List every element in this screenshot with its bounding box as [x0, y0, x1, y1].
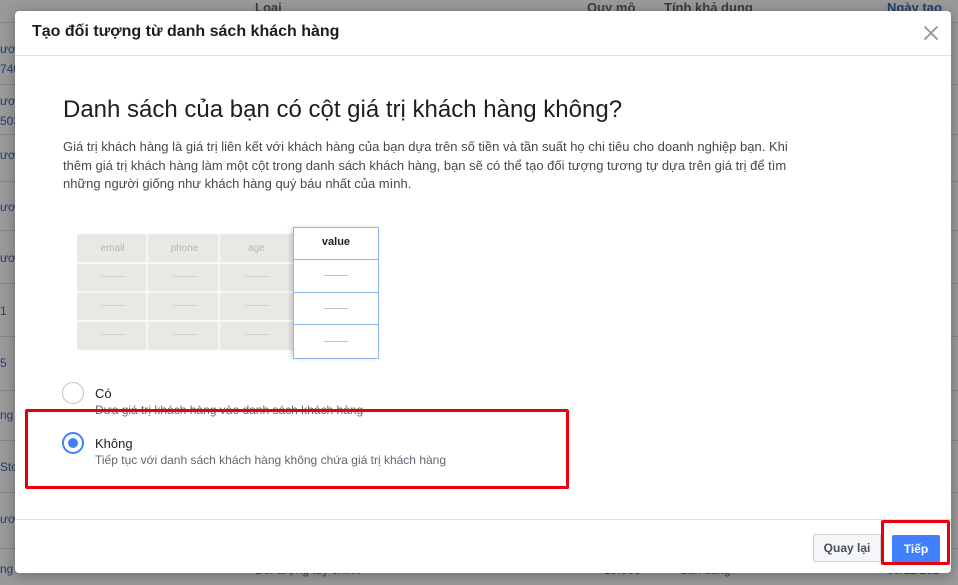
- value-column-header: value: [321, 236, 351, 248]
- value-row-line: [294, 292, 378, 293]
- illustration-row-line: [77, 291, 293, 293]
- placeholder-dash: [324, 275, 348, 276]
- illustration-header: age: [248, 243, 265, 254]
- placeholder-dash: [173, 305, 197, 306]
- close-icon[interactable]: [919, 21, 943, 45]
- placeholder-dash: [245, 276, 269, 277]
- close-icon-graphic: [924, 26, 938, 40]
- illustration-row-line: [77, 262, 293, 264]
- highlight-box-option: [25, 409, 569, 489]
- page-title: Danh sách của bạn có cột giá trị khách h…: [63, 96, 623, 123]
- value-row-line: [294, 324, 378, 325]
- illustration-row-line: [77, 320, 293, 322]
- dialog-title: Tạo đối tượng từ danh sách khách hàng: [32, 23, 340, 40]
- placeholder-dash: [101, 305, 125, 306]
- placeholder-dash: [101, 334, 125, 335]
- placeholder-dash: [101, 276, 125, 277]
- value-row-line: [294, 259, 378, 260]
- value-column: value: [293, 227, 379, 359]
- placeholder-dash: [245, 334, 269, 335]
- illustration-header: email: [100, 243, 125, 254]
- radio-yes[interactable]: [62, 382, 84, 404]
- placeholder-dash: [324, 308, 348, 309]
- highlight-box-next: [881, 520, 950, 565]
- dialog-footer: Quay lại Tiếp: [15, 519, 951, 574]
- back-button[interactable]: Quay lại: [813, 534, 881, 562]
- blurred-columns: email phone age: [77, 234, 293, 350]
- placeholder-dash: [173, 334, 197, 335]
- placeholder-dash: [245, 305, 269, 306]
- option-yes-label: Có: [95, 386, 112, 401]
- value-column-illustration: email phone age value: [77, 227, 379, 359]
- placeholder-dash: [324, 341, 348, 342]
- placeholder-dash: [173, 276, 197, 277]
- description-text: Giá trị khách hàng là giá trị liên kết v…: [63, 139, 788, 191]
- dialog-header: Tạo đối tượng từ danh sách khách hàng: [15, 11, 951, 56]
- illustration-header: phone: [170, 243, 199, 254]
